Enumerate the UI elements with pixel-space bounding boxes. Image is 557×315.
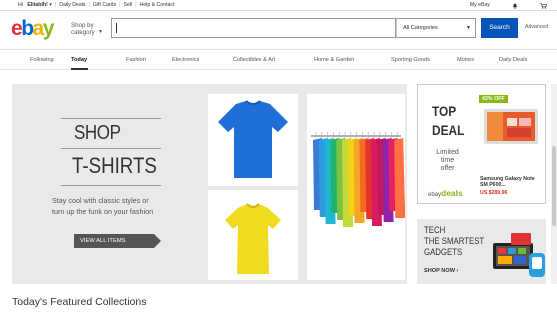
shop-by-category-button[interactable]: Shop by category ▼	[71, 22, 103, 36]
hero-tagline: turn up the funk on your fashion	[52, 207, 154, 216]
hero-title-line1: SHOP	[74, 122, 121, 144]
hanging-shirt	[394, 138, 405, 218]
product-price: US $289.96	[480, 190, 508, 196]
advanced-search-link[interactable]: Advanced	[525, 24, 548, 30]
yellow-tshirt	[225, 203, 281, 274]
sell-link[interactable]: Sell	[121, 0, 136, 10]
view-all-items-button[interactable]: VIEW ALL ITEMS	[74, 234, 161, 248]
category-label: category	[71, 29, 95, 36]
active-tab-indicator	[71, 68, 88, 70]
time-text: time	[440, 157, 455, 164]
hero-title-line2: T-SHIRTS	[72, 153, 157, 178]
tablet-product-image[interactable]	[482, 106, 540, 146]
help-contact-link[interactable]: Help & Contact	[137, 0, 178, 10]
top-deal-card[interactable]: TOP DEAL Limited time offer ebaydeals 42…	[417, 84, 546, 204]
header: ebay Shop by category ▼ All Categories ▼…	[0, 11, 557, 47]
user-name: Elitabih!	[27, 2, 48, 8]
chevron-down-icon: ▼	[98, 29, 103, 35]
shop-by-label: Shop by	[71, 22, 94, 29]
greeting-prefix: Hi	[18, 2, 25, 8]
yellow-tshirt-image[interactable]	[208, 190, 298, 280]
nav-home-garden[interactable]: Home & Garden	[314, 50, 354, 70]
gadgets-image	[493, 233, 545, 277]
ebay-deals-logo: ebaydeals	[428, 188, 463, 198]
logo-letter-b: b	[21, 17, 34, 40]
tech-title: THE SMARTEST	[424, 236, 485, 246]
user-greeting[interactable]: Hi Elitabih! ▾	[12, 0, 55, 10]
scrollbar[interactable]	[551, 84, 557, 284]
my-ebay-link[interactable]: My eBay	[470, 0, 490, 10]
gift-cards-link[interactable]: Gift Cards	[90, 0, 119, 10]
divider	[61, 185, 161, 186]
divider	[61, 118, 161, 119]
blue-tshirt	[218, 100, 288, 178]
tech-title: TECH	[424, 225, 446, 235]
top-deal-title: DEAL	[432, 122, 465, 138]
blue-tshirt-image[interactable]	[208, 94, 298, 186]
top-utility-bar: Hi Elitabih! ▾ | Daily Deals | Gift Card…	[0, 0, 557, 11]
category-nav: Following Today Fashion Electronics Coll…	[0, 49, 557, 70]
logo-letter-a: a	[32, 17, 45, 40]
text-cursor	[116, 23, 117, 33]
featured-collections-heading: Today's Featured Collections	[12, 296, 147, 308]
tech-title: GADGETS	[424, 247, 463, 257]
deals-wordmark: deals	[441, 188, 463, 198]
logo-letter-e: e	[11, 17, 23, 40]
nav-fashion[interactable]: Fashion	[126, 50, 146, 70]
search-input[interactable]	[111, 18, 396, 38]
scrollbar-thumb[interactable]	[552, 146, 556, 226]
nav-sporting-goods[interactable]: Sporting Goods	[391, 50, 430, 70]
product-name[interactable]: Samsung Galaxy Note SM P600...	[480, 176, 535, 188]
hero-banner[interactable]: SHOP T-SHIRTS Stay cool with classic sty…	[12, 84, 407, 284]
nav-following[interactable]: Following	[30, 50, 54, 70]
product-name-line: SM P600...	[480, 182, 506, 188]
nav-electronics[interactable]: Electronics	[172, 50, 199, 70]
chevron-down-icon: ▼	[466, 25, 471, 31]
tech-gadgets-banner[interactable]: TECH THE SMARTEST GADGETS SHOP NOW ›	[417, 219, 546, 284]
ebay-logo[interactable]: ebay	[11, 17, 55, 41]
colorful-shirts-rack-image[interactable]	[307, 94, 405, 280]
logo-letter-y: y	[42, 17, 55, 40]
bell-icon[interactable]	[512, 3, 518, 9]
discount-badge: 42% OFF	[479, 95, 508, 103]
divider	[61, 148, 161, 149]
cart-icon[interactable]	[540, 3, 547, 9]
nav-motors[interactable]: Motors	[457, 50, 474, 70]
limited-time-offer-label: Limited time offer	[431, 149, 464, 173]
daily-deals-link[interactable]: Daily Deals	[56, 0, 88, 10]
ebay-wordmark: ebay	[428, 192, 442, 198]
nav-collectibles-art[interactable]: Collectibles & Art	[233, 50, 275, 70]
hero-tagline: Stay cool with classic styles or	[52, 196, 149, 205]
limited-text: Limited	[436, 149, 459, 156]
category-selected: All Categories	[403, 25, 438, 31]
nav-today[interactable]: Today	[71, 50, 87, 70]
search-button[interactable]: Search	[481, 18, 518, 38]
offer-text: offer	[440, 165, 455, 172]
nav-daily-deals[interactable]: Daily Deals	[499, 50, 527, 70]
shop-now-link[interactable]: SHOP NOW ›	[424, 268, 458, 274]
category-select[interactable]: All Categories ▼	[396, 18, 476, 38]
shirt-rack	[311, 132, 405, 227]
top-deal-title: TOP	[432, 103, 457, 119]
